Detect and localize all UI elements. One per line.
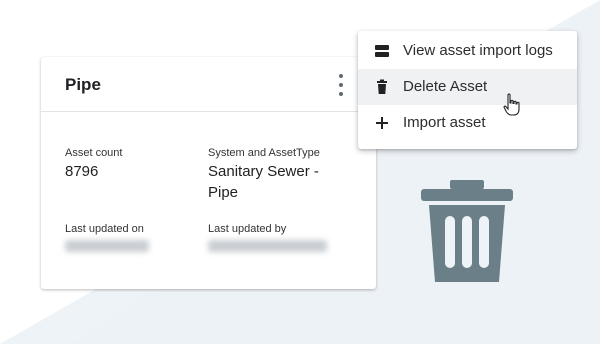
menu-item-import-asset[interactable]: Import asset (358, 105, 577, 141)
asset-card: Pipe Asset count 8796 System and AssetTy… (41, 57, 376, 289)
asset-count-value: 8796 (65, 163, 99, 180)
menu-item-label: View asset import logs (403, 42, 553, 59)
last-updated-on-value-redacted (65, 240, 149, 252)
hand-cursor-icon (503, 93, 520, 116)
menu-item-delete-asset[interactable]: Delete Asset (358, 69, 577, 105)
server-icon (375, 45, 389, 57)
menu-item-label: Delete Asset (403, 78, 488, 95)
system-assettype-value-line2: Pipe (208, 184, 239, 201)
card-title: Pipe (65, 75, 101, 94)
trash-icon (377, 79, 387, 94)
last-updated-by-value-redacted (208, 240, 327, 252)
more-options-icon[interactable] (332, 74, 350, 96)
system-assettype-value-line1: Sanitary Sewer - (208, 163, 319, 180)
card-header: Pipe (41, 57, 376, 112)
last-updated-by-label: Last updated by (208, 223, 287, 235)
last-updated-on-label: Last updated on (65, 223, 144, 235)
system-assettype-label: System and AssetType (208, 147, 320, 159)
plus-icon (376, 117, 388, 129)
menu-item-label: Import asset (403, 114, 486, 131)
menu-item-view-import-logs[interactable]: View asset import logs (358, 33, 577, 69)
asset-count-label: Asset count (65, 147, 123, 159)
trash-icon (421, 180, 513, 282)
context-menu: View asset import logs Delete Asset Impo… (358, 31, 577, 149)
